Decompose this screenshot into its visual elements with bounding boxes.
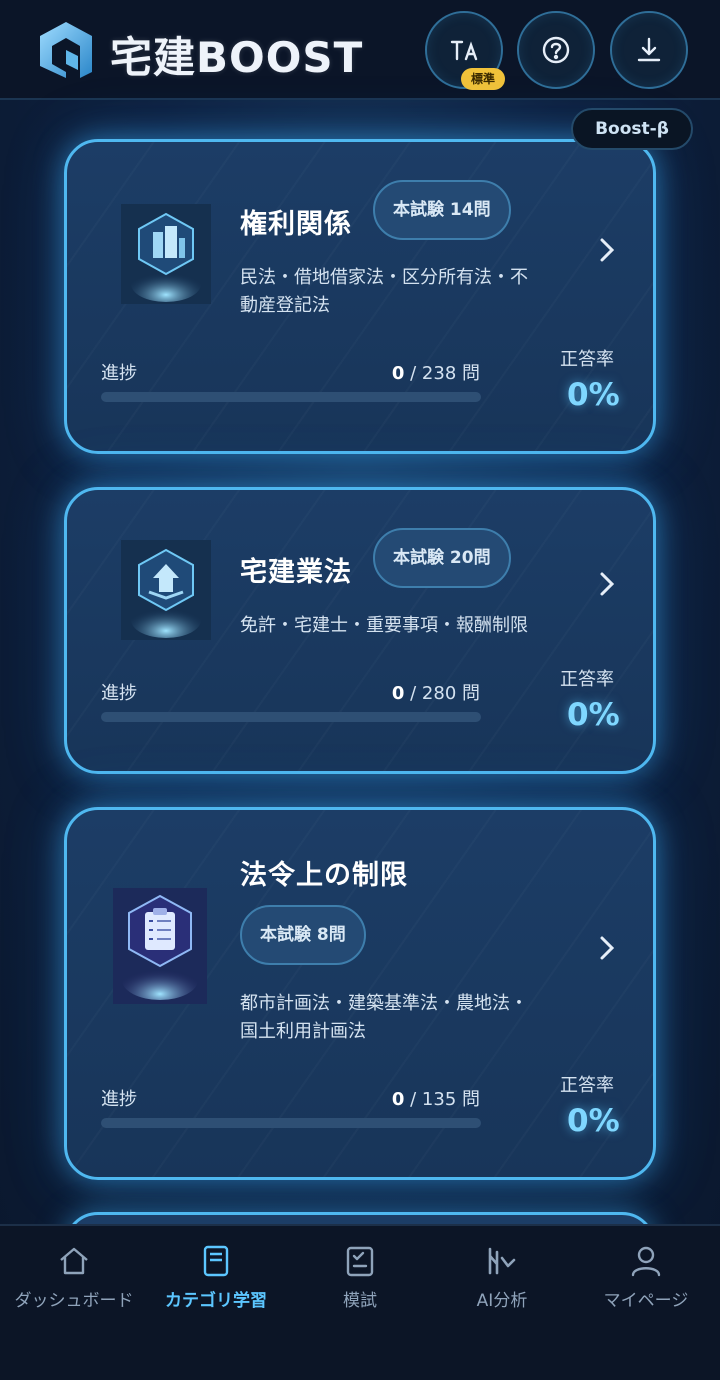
- progress-bar: [101, 392, 481, 402]
- accuracy-value: 0%: [567, 377, 620, 413]
- exam-checklist-icon: [346, 1246, 374, 1277]
- font-size-badge: 標準: [461, 68, 505, 90]
- app-header: 宅建BOOST 標準: [0, 0, 720, 100]
- progress-bar: [101, 1118, 481, 1128]
- progress-count: 0 / 280 問: [360, 679, 480, 705]
- app-title: 宅建BOOST: [110, 33, 364, 82]
- nav-dashboard[interactable]: ダッシュボード: [0, 1226, 148, 1336]
- accuracy-value: 0%: [567, 697, 620, 733]
- chevron-right-icon: [600, 936, 615, 960]
- progress-bar: [101, 712, 481, 722]
- exam-count-badge: 本試験 20問: [373, 528, 511, 588]
- desc-line: 動産登記法: [240, 295, 330, 316]
- card-title: 権利関係: [240, 209, 352, 240]
- nav-category-study[interactable]: カテゴリ学習: [148, 1226, 284, 1336]
- progress-done: 0: [391, 1089, 405, 1110]
- progress-total: / 135 問: [410, 1089, 480, 1110]
- progress-count: 0 / 135 問: [360, 1085, 480, 1111]
- nav-mock-exam[interactable]: 模試: [290, 1226, 430, 1336]
- nav-label: ダッシュボード: [14, 1291, 134, 1311]
- card-title: 宅建業法: [240, 557, 352, 588]
- bottom-nav: ダッシュボード カテゴリ学習 模試 AI分析 マイページ: [0, 1224, 720, 1380]
- clipboard-checklist-icon: [113, 888, 207, 1004]
- help-icon: [542, 36, 570, 64]
- text-size-icon: [450, 40, 478, 61]
- building-shield-icon: [121, 204, 211, 304]
- card-description: 免許・宅建士・重要事項・報酬制限: [240, 612, 570, 640]
- beta-badge[interactable]: Boost-β: [571, 108, 693, 150]
- book-icon: [203, 1245, 229, 1277]
- nav-label: カテゴリ学習: [165, 1291, 267, 1311]
- accuracy-label: 正答率: [560, 349, 614, 370]
- accuracy-label: 正答率: [560, 1075, 614, 1096]
- category-card-rights[interactable]: 権利関係 本試験 14問 民法・借地借家法・区分所有法・不 動産登記法 進捗 0…: [64, 139, 656, 454]
- exam-count-badge: 本試験 14問: [373, 180, 511, 240]
- desc-line: 都市計画法・建築基準法・農地法・: [240, 993, 528, 1014]
- chevron-right-icon: [600, 238, 615, 262]
- progress-total: / 238 問: [410, 363, 480, 384]
- card-description: 都市計画法・建築基準法・農地法・ 国土利用計画法: [240, 990, 570, 1046]
- logo-icon: [40, 22, 92, 78]
- nav-ai-analysis[interactable]: AI分析: [432, 1226, 572, 1336]
- nav-label: AI分析: [476, 1291, 528, 1311]
- desc-line: 国土利用計画法: [240, 1021, 366, 1042]
- user-icon: [631, 1246, 661, 1277]
- nav-label: マイページ: [603, 1291, 689, 1311]
- progress-total: / 280 問: [410, 683, 480, 704]
- nav-my-page[interactable]: マイページ: [576, 1226, 716, 1336]
- accuracy-label: 正答率: [560, 669, 614, 690]
- card-title: 法令上の制限: [240, 860, 408, 891]
- category-card-legal-restrictions[interactable]: 法令上の制限 本試験 8問 都市計画法・建築基準法・農地法・ 国土利用計画法 進…: [64, 807, 656, 1180]
- help-button[interactable]: [517, 11, 595, 89]
- book-shield-icon: [121, 540, 211, 640]
- desc-line: 民法・借地借家法・区分所有法・不: [240, 267, 528, 288]
- progress-count: 0 / 238 問: [360, 359, 480, 385]
- desc-line: 免許・宅建士・重要事項・報酬制限: [240, 615, 528, 636]
- progress-label: 進捗: [101, 1089, 137, 1110]
- chevron-right-icon: [600, 572, 615, 596]
- card-description: 民法・借地借家法・区分所有法・不 動産登記法: [240, 264, 570, 320]
- nav-label: 模試: [343, 1291, 377, 1311]
- exam-count-badge: 本試験 8問: [240, 905, 366, 965]
- progress-done: 0: [391, 363, 405, 384]
- home-icon: [60, 1247, 88, 1275]
- progress-done: 0: [391, 683, 405, 704]
- category-card-business-law[interactable]: 宅建業法 本試験 20問 免許・宅建士・重要事項・報酬制限 進捗 0 / 280…: [64, 487, 656, 774]
- progress-label: 進捗: [101, 683, 137, 704]
- analytics-icon: [488, 1247, 516, 1275]
- download-button[interactable]: [610, 11, 688, 89]
- progress-label: 進捗: [101, 363, 137, 384]
- accuracy-value: 0%: [567, 1103, 620, 1139]
- download-icon: [637, 37, 661, 62]
